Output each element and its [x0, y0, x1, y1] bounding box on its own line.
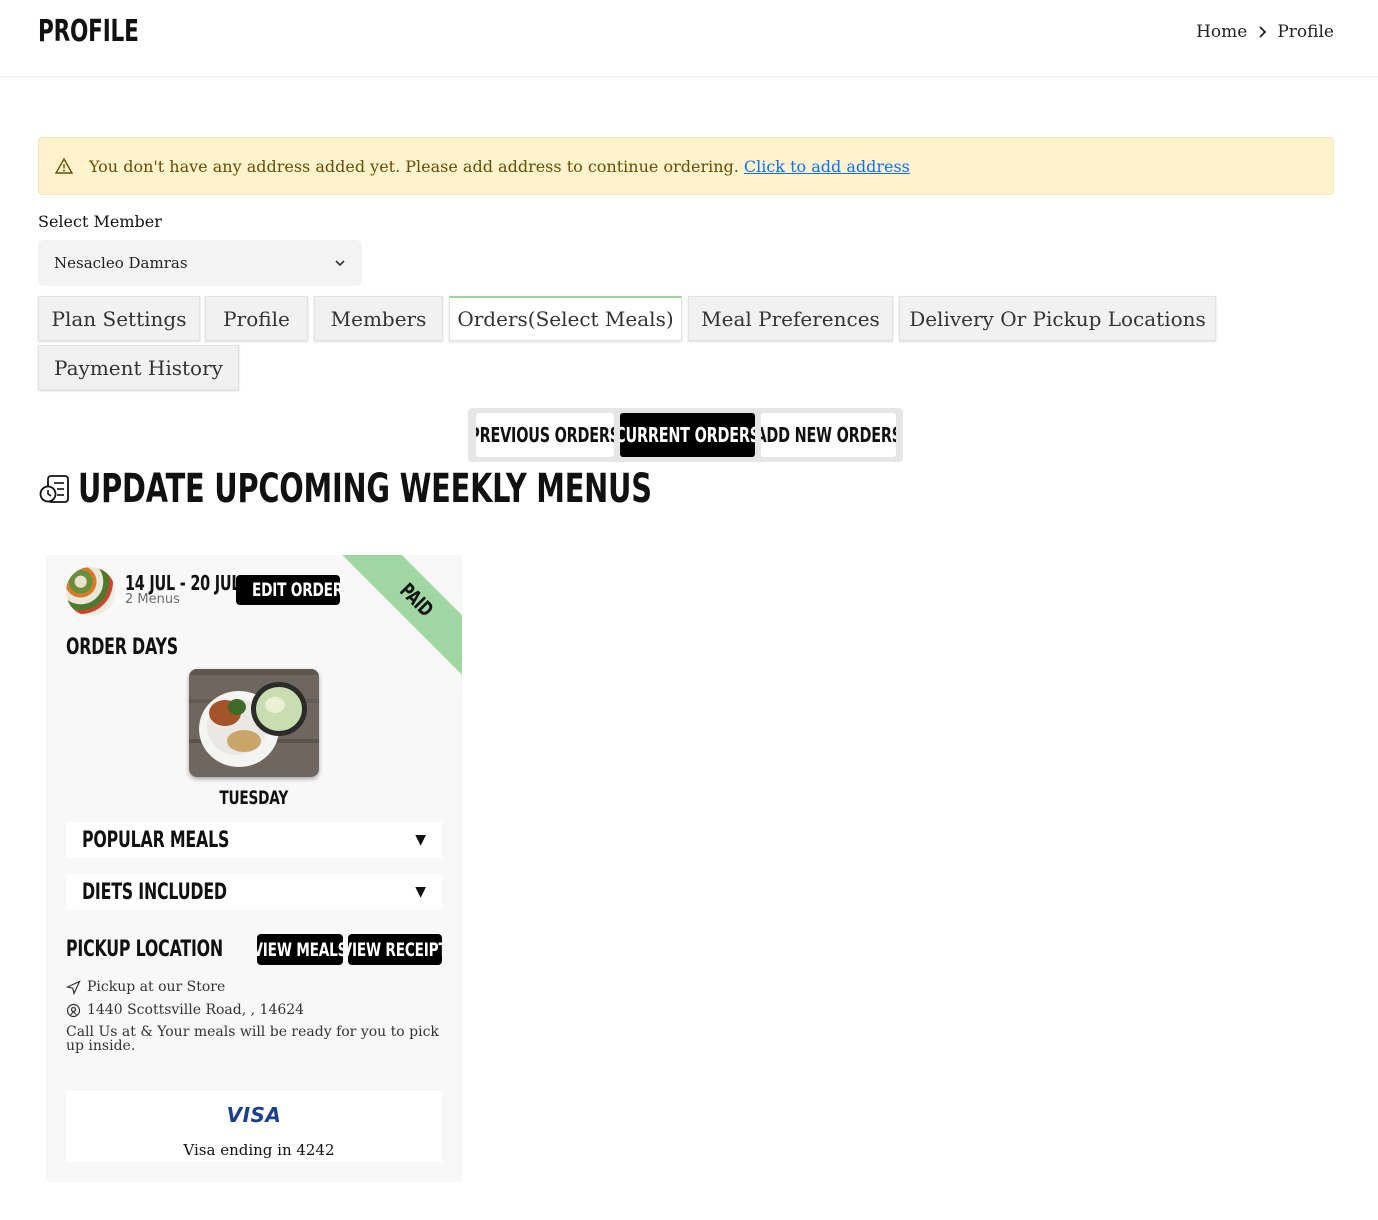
location-pin-icon [66, 1003, 81, 1017]
tab-members[interactable]: Members [314, 296, 443, 341]
meal-photo [189, 669, 319, 777]
send-icon [66, 979, 81, 995]
caret-down-icon: ▼ [415, 832, 426, 848]
breadcrumb-current: Profile [1277, 22, 1334, 42]
address-alert: You don't have any address added yet. Pl… [38, 137, 1334, 195]
pickup-location-title: PICKUP LOCATION [66, 937, 223, 962]
section-heading: UPDATE UPCOMING WEEKLY MENUS [38, 466, 875, 512]
tab-payment-history[interactable]: Payment History [38, 345, 239, 390]
tab-delivery-pickup-locations[interactable]: Delivery Or Pickup Locations [899, 296, 1216, 341]
select-member-label: Select Member [38, 212, 162, 231]
order-days-title: ORDER DAYS [66, 635, 178, 660]
tab-orders[interactable]: Orders(Select Meals) [449, 296, 682, 341]
orders-toggle: PREVIOUS ORDERS CURRENT ORDERS ADD NEW O… [468, 408, 903, 462]
view-meals-button[interactable]: VIEW MEALS [257, 934, 343, 965]
edit-order-button[interactable]: EDIT ORDER [236, 575, 343, 605]
pickup-address: 1440 Scottsville Road, , 14624 [66, 1002, 304, 1018]
add-address-link[interactable]: Click to add address [744, 157, 910, 176]
chevron-right-icon [1259, 26, 1267, 38]
chevron-down-icon [335, 260, 345, 267]
schedule-menu-icon [39, 475, 69, 503]
section-title: UPDATE UPCOMING WEEKLY MENUS [78, 466, 652, 512]
breadcrumb: Home Profile [1196, 20, 1334, 44]
menus-count: 2 Menus [125, 592, 180, 607]
tab-profile[interactable]: Profile [205, 296, 308, 341]
top-bar: PROFILE Home Profile [0, 0, 1378, 77]
pickup-note: Call Us at & Your meals will be ready fo… [66, 1024, 439, 1054]
current-orders-button[interactable]: CURRENT ORDERS [620, 413, 755, 457]
alert-message: You don't have any address added yet. Pl… [89, 156, 739, 176]
tab-meal-preferences[interactable]: Meal Preferences [688, 296, 893, 341]
pickup-type: Pickup at our Store [66, 979, 225, 995]
diets-included-accordion[interactable]: DIETS INCLUDED ▼ [66, 874, 442, 910]
view-receipt-button[interactable]: VIEW RECEIPT [348, 934, 442, 965]
weekly-order-card: PAID 14 JUL - 20 JUL 2 Menus EDIT ORDER … [46, 555, 462, 1182]
add-new-orders-button[interactable]: ADD NEW ORDERS [761, 413, 896, 457]
order-day-label: TUESDAY [219, 787, 289, 809]
payment-method-box: VISA Visa ending in 4242 [66, 1091, 442, 1162]
tab-plan-settings[interactable]: Plan Settings [38, 296, 200, 341]
warning-icon [55, 157, 73, 174]
payment-card-text: Visa ending in 4242 [183, 1141, 335, 1159]
member-select-value: Nesacleo Damras [54, 254, 188, 272]
visa-logo: VISA [226, 1103, 282, 1127]
menu-thumbnail [66, 567, 115, 616]
previous-orders-button[interactable]: PREVIOUS ORDERS [476, 413, 614, 457]
popular-meals-accordion[interactable]: POPULAR MEALS ▼ [66, 822, 442, 858]
page-title: PROFILE [38, 14, 139, 49]
member-select[interactable]: Nesacleo Damras [38, 240, 362, 286]
breadcrumb-home[interactable]: Home [1196, 20, 1247, 44]
caret-down-icon: ▼ [415, 884, 426, 900]
paid-ribbon: PAID [334, 555, 462, 683]
meal-image[interactable] [189, 669, 319, 777]
